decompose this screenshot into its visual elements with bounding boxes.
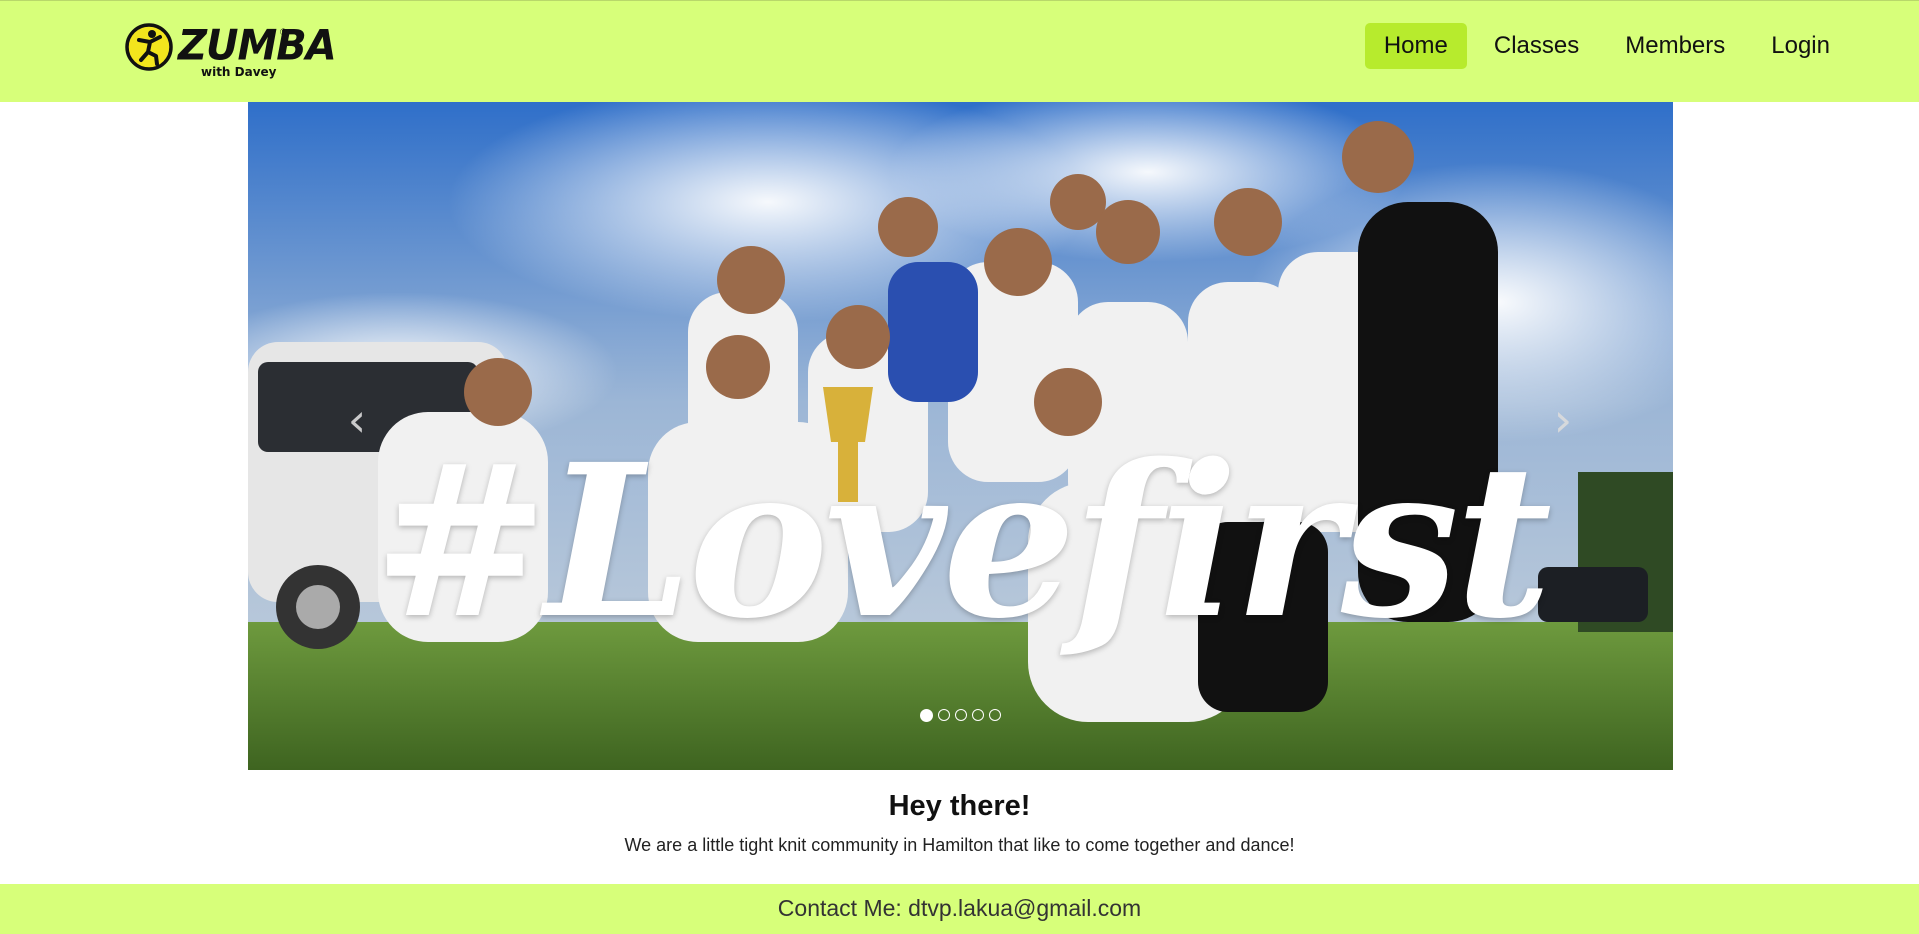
carousel-indicator-5[interactable] xyxy=(989,709,1001,721)
chevron-right-icon: › xyxy=(1553,393,1573,447)
chevron-left-icon: ‹ xyxy=(347,393,367,447)
nav-members[interactable]: Members xyxy=(1606,23,1744,69)
nav-login[interactable]: Login xyxy=(1752,23,1849,69)
intro-heading: Hey there! xyxy=(888,790,1031,822)
logo-wordmark: ZUMBA xyxy=(178,21,337,71)
main-nav: Home Classes Members Login xyxy=(1364,23,1849,69)
logo-trademark: ® xyxy=(280,27,287,37)
carousel-indicators xyxy=(248,709,1673,722)
zumba-logo[interactable]: ZUMBA ® with Davey xyxy=(124,19,337,85)
carousel-indicator-3[interactable] xyxy=(955,709,967,721)
site-footer: Contact Me: dtvp.lakua@gmail.com xyxy=(0,884,1919,934)
nav-classes[interactable]: Classes xyxy=(1475,23,1598,69)
carousel-prev-button[interactable]: ‹ xyxy=(332,395,382,445)
contact-text: Contact Me: dtvp.lakua@gmail.com xyxy=(777,895,1142,921)
carousel-next-button[interactable]: › xyxy=(1538,395,1588,445)
nav-home[interactable]: Home xyxy=(1364,23,1467,69)
logo-subtitle: with Davey xyxy=(201,65,277,79)
intro-text: We are a little tight knit community in … xyxy=(624,835,1295,855)
carousel-indicator-2[interactable] xyxy=(938,709,950,721)
hero-carousel[interactable]: #Lovefirst ‹ › xyxy=(248,102,1673,770)
hero-caption: #Lovefirst xyxy=(372,418,1552,665)
carousel-indicator-4[interactable] xyxy=(972,709,984,721)
intro-section: Hey there! We are a little tight knit co… xyxy=(0,790,1919,856)
zumba-dancer-icon xyxy=(125,23,173,71)
carousel-indicator-1[interactable] xyxy=(920,709,933,722)
site-header: ZUMBA ® with Davey Home Classes Members … xyxy=(0,0,1919,102)
